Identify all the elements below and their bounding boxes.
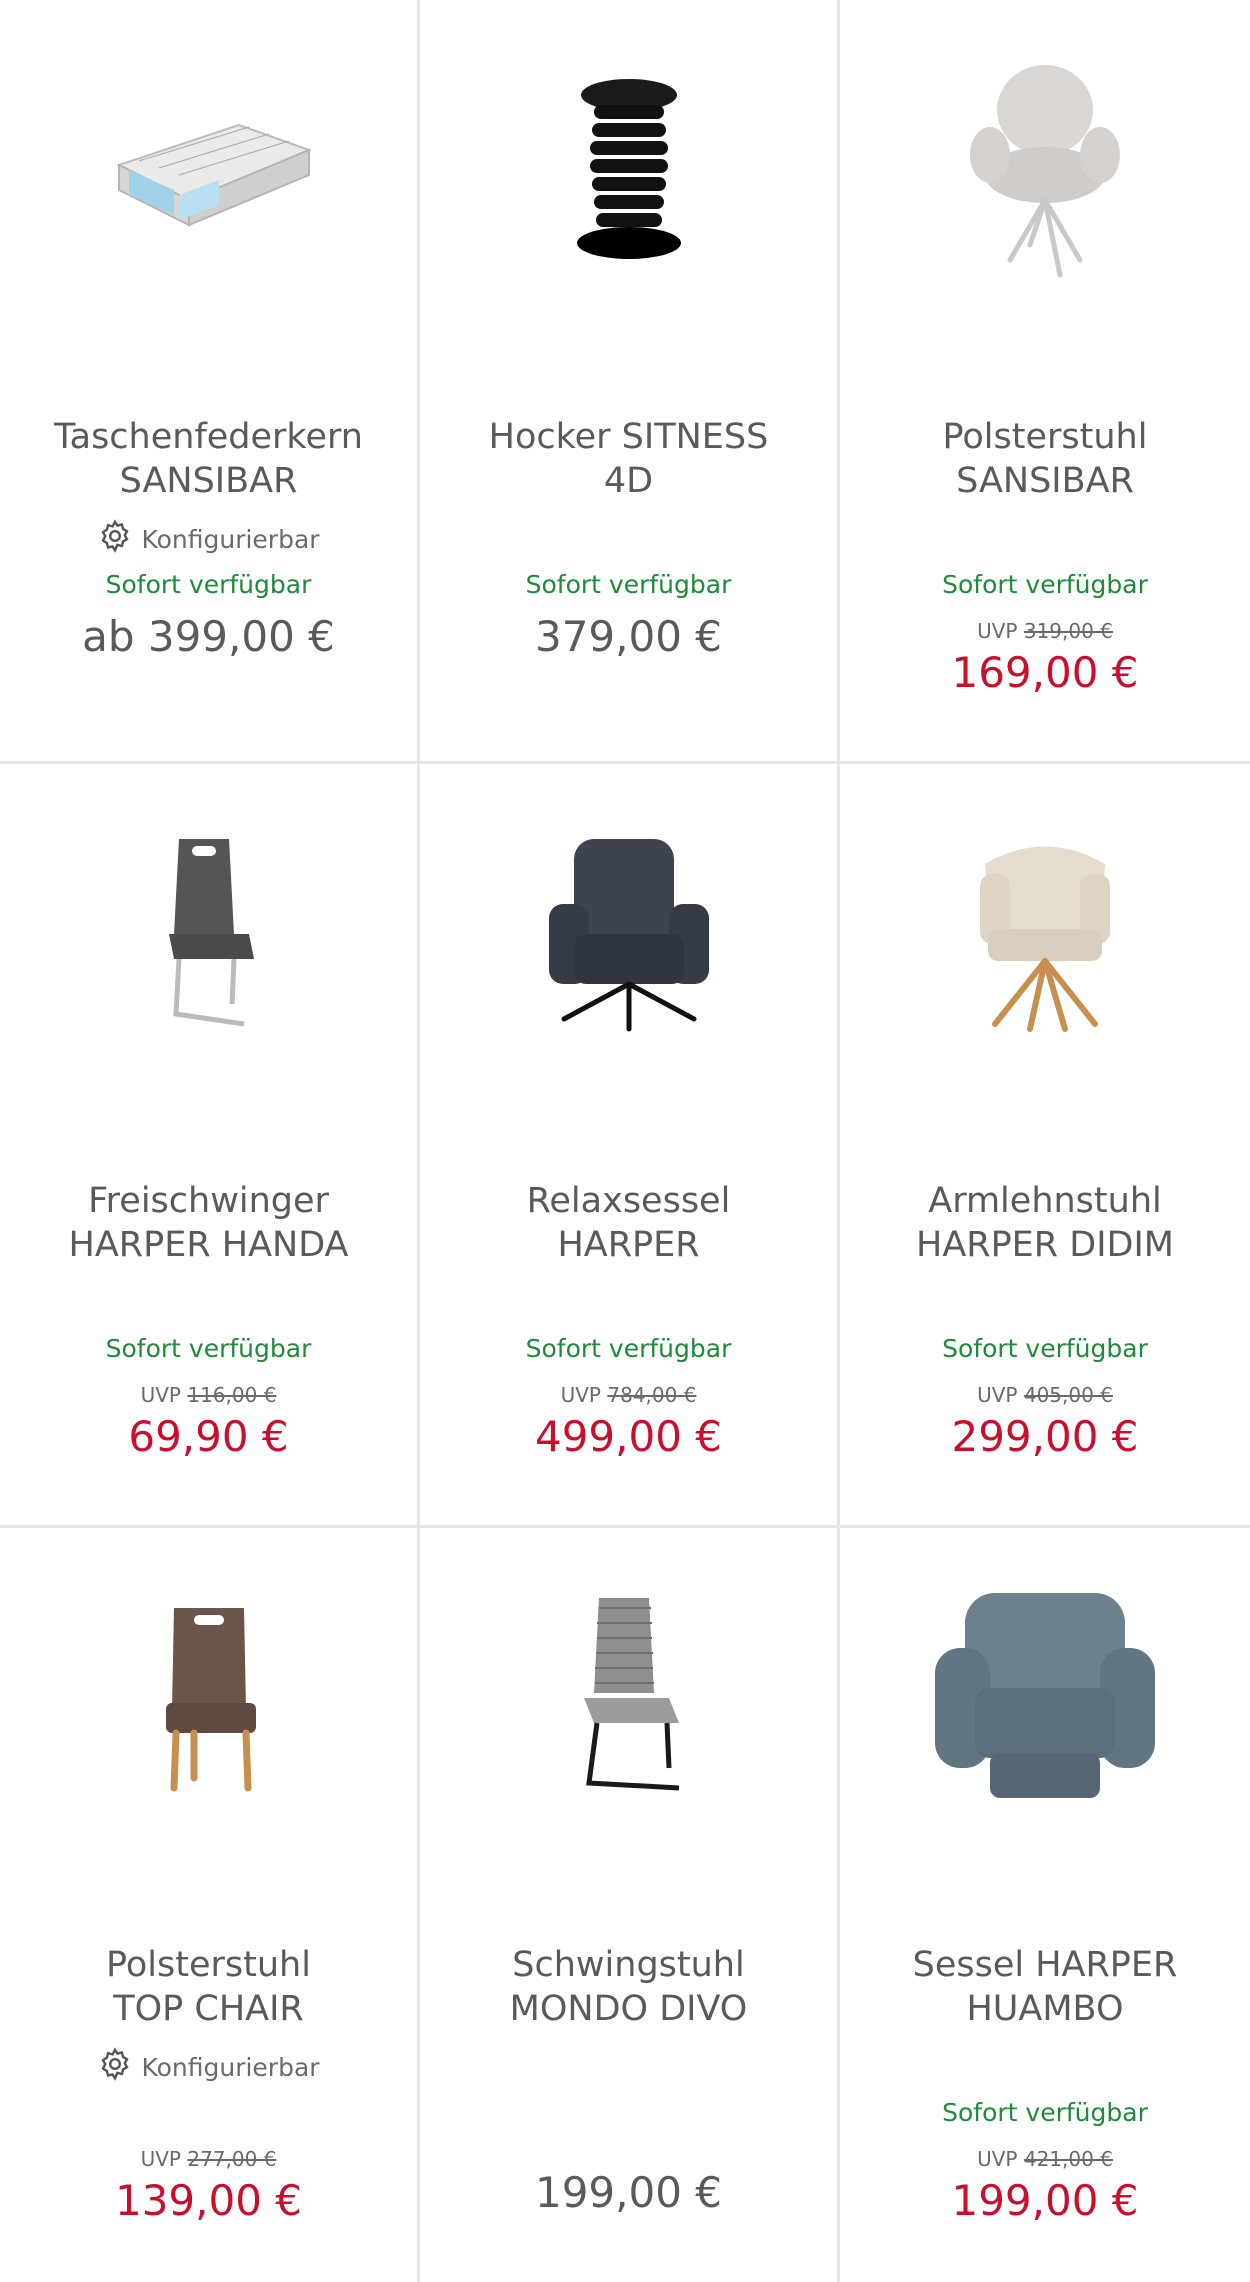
availability-status: Sofort verfügbar — [942, 570, 1148, 599]
product-name-line2: TOP CHAIR — [113, 1989, 304, 2029]
product-name-line1: Sessel HARPER — [912, 1945, 1178, 1985]
swivel-chair-image[interactable] — [970, 50, 1120, 290]
cantilever-chair-image[interactable] — [154, 814, 264, 1054]
product-card[interactable]: Sessel HARPER HUAMBO Sofort verfügbar UVP 4… — [840, 1528, 1250, 2282]
price: 199,00 € — [534, 2168, 723, 2217]
uvp-price: UVP 116,00 € — [0, 1383, 417, 1407]
uvp-value: 421,00 € — [1023, 2147, 1113, 2171]
product-card[interactable]: Relaxsessel HARPER Sofort verfügbar UVP 784… — [420, 764, 837, 1525]
product-name-line1: Polsterstuhl — [106, 1945, 311, 1985]
sale-price: 169,00 € — [951, 648, 1139, 697]
upholstered-chair-image[interactable] — [154, 1578, 264, 1818]
product-name-line1: Relaxsessel — [526, 1181, 731, 1221]
availability-status: Sofort verfügbar — [105, 570, 312, 599]
sofa-recliner-image[interactable] — [930, 1578, 1160, 1818]
product-name-line2: SANSIBAR — [119, 461, 298, 501]
availability-status: Sofort verfügbar — [525, 570, 732, 599]
product-name[interactable]: Polsterstuhl TOP CHAIR — [20, 1943, 397, 2031]
product-name-line2: HARPER HANDA — [68, 1225, 349, 1265]
product-card[interactable]: Armlehnstuhl HARPER DIDIM Sofort verfügbar… — [840, 764, 1250, 1525]
product-card[interactable]: Polsterstuhl SANSIBAR Sofort verfügbar UVP … — [840, 0, 1250, 761]
product-name[interactable]: Schwingstuhl MONDO DIVO — [440, 1943, 817, 2031]
availability-status: Sofort verfügbar — [942, 1334, 1148, 1363]
product-card[interactable]: Polsterstuhl TOP CHAIR Konfigurierbar UVP 2… — [0, 1528, 417, 2282]
uvp-value: 405,00 € — [1023, 1383, 1113, 1407]
product-name-line1: Taschenfederkern — [54, 417, 363, 457]
product-name-line1: Schwingstuhl — [512, 1945, 745, 1985]
product-name[interactable]: Freischwinger HARPER HANDA — [20, 1179, 397, 1267]
uvp-price: UVP 277,00 € — [0, 2147, 417, 2171]
product-name-line2: 4D — [603, 461, 654, 501]
product-name-line1: Freischwinger — [88, 1181, 329, 1221]
armchair-image[interactable] — [970, 814, 1120, 1054]
product-name[interactable]: Relaxsessel HARPER — [440, 1179, 817, 1267]
product-name-line2: HUAMBO — [966, 1989, 1124, 2029]
availability-status: Sofort verfügbar — [105, 1334, 312, 1363]
uvp-value: 319,00 € — [1023, 619, 1113, 643]
uvp-label: UVP — [560, 1383, 608, 1407]
configurable-badge: Konfigurierbar — [0, 2046, 417, 2088]
product-name[interactable]: Polsterstuhl SANSIBAR — [860, 415, 1230, 503]
uvp-price: UVP 421,00 € — [840, 2147, 1250, 2171]
sale-price: 199,00 € — [951, 2176, 1139, 2225]
uvp-label: UVP — [977, 2147, 1024, 2171]
uvp-price: UVP 405,00 € — [840, 1383, 1250, 1407]
product-name-line1: Armlehnstuhl — [928, 1181, 1162, 1221]
configurable-label: Konfigurierbar — [141, 2052, 320, 2082]
product-card[interactable]: Freischwinger HARPER HANDA Sofort verfügba… — [0, 764, 417, 1525]
price: ab 399,00 € — [82, 612, 335, 661]
product-name-line2: HARPER — [557, 1225, 700, 1265]
uvp-value: 784,00 € — [607, 1383, 697, 1407]
product-name[interactable]: Armlehnstuhl HARPER DIDIM — [860, 1179, 1230, 1267]
stool-image[interactable] — [574, 50, 684, 290]
uvp-label: UVP — [977, 1383, 1024, 1407]
price: 379,00 € — [534, 612, 723, 661]
sale-price: 139,00 € — [114, 2176, 303, 2225]
uvp-label: UVP — [140, 2147, 188, 2171]
configurable-badge: Konfigurierbar — [0, 518, 417, 560]
product-name-line2: SANSIBAR — [956, 461, 1134, 501]
gear-icon — [97, 518, 133, 560]
sale-price: 69,90 € — [128, 1412, 289, 1461]
availability-status: Sofort verfügbar — [942, 2098, 1148, 2127]
mattress-image[interactable] — [99, 50, 319, 290]
swing-chair-image[interactable] — [569, 1578, 689, 1818]
product-card[interactable]: Hocker SITNESS 4D Sofort verfügbar 379,00 € — [420, 0, 837, 761]
uvp-value: 116,00 € — [187, 1383, 277, 1407]
sale-price: 499,00 € — [534, 1412, 723, 1461]
configurable-label: Konfigurierbar — [141, 524, 320, 554]
product-name-line1: Hocker SITNESS — [488, 417, 769, 457]
product-name-line2: MONDO DIVO — [509, 1989, 748, 2029]
recliner-image[interactable] — [544, 814, 714, 1054]
product-name[interactable]: Sessel HARPER HUAMBO — [860, 1943, 1230, 2031]
product-name-line1: Polsterstuhl — [942, 417, 1148, 457]
uvp-label: UVP — [977, 619, 1024, 643]
uvp-label: UVP — [140, 1383, 188, 1407]
product-card[interactable]: Schwingstuhl MONDO DIVO 199,00 € — [420, 1528, 837, 2282]
availability-status: Sofort verfügbar — [525, 1334, 732, 1363]
uvp-price: UVP 319,00 € — [840, 619, 1250, 643]
product-name[interactable]: Hocker SITNESS 4D — [440, 415, 817, 503]
gear-icon — [97, 2046, 133, 2088]
product-name-line2: HARPER DIDIM — [916, 1225, 1174, 1265]
uvp-price: UVP 784,00 € — [420, 1383, 837, 1407]
uvp-value: 277,00 € — [187, 2147, 277, 2171]
product-card[interactable]: Taschenfederkern SANSIBAR Konfigurierbar So… — [0, 0, 417, 761]
sale-price: 299,00 € — [951, 1412, 1139, 1461]
product-name[interactable]: Taschenfederkern SANSIBAR — [20, 415, 397, 503]
